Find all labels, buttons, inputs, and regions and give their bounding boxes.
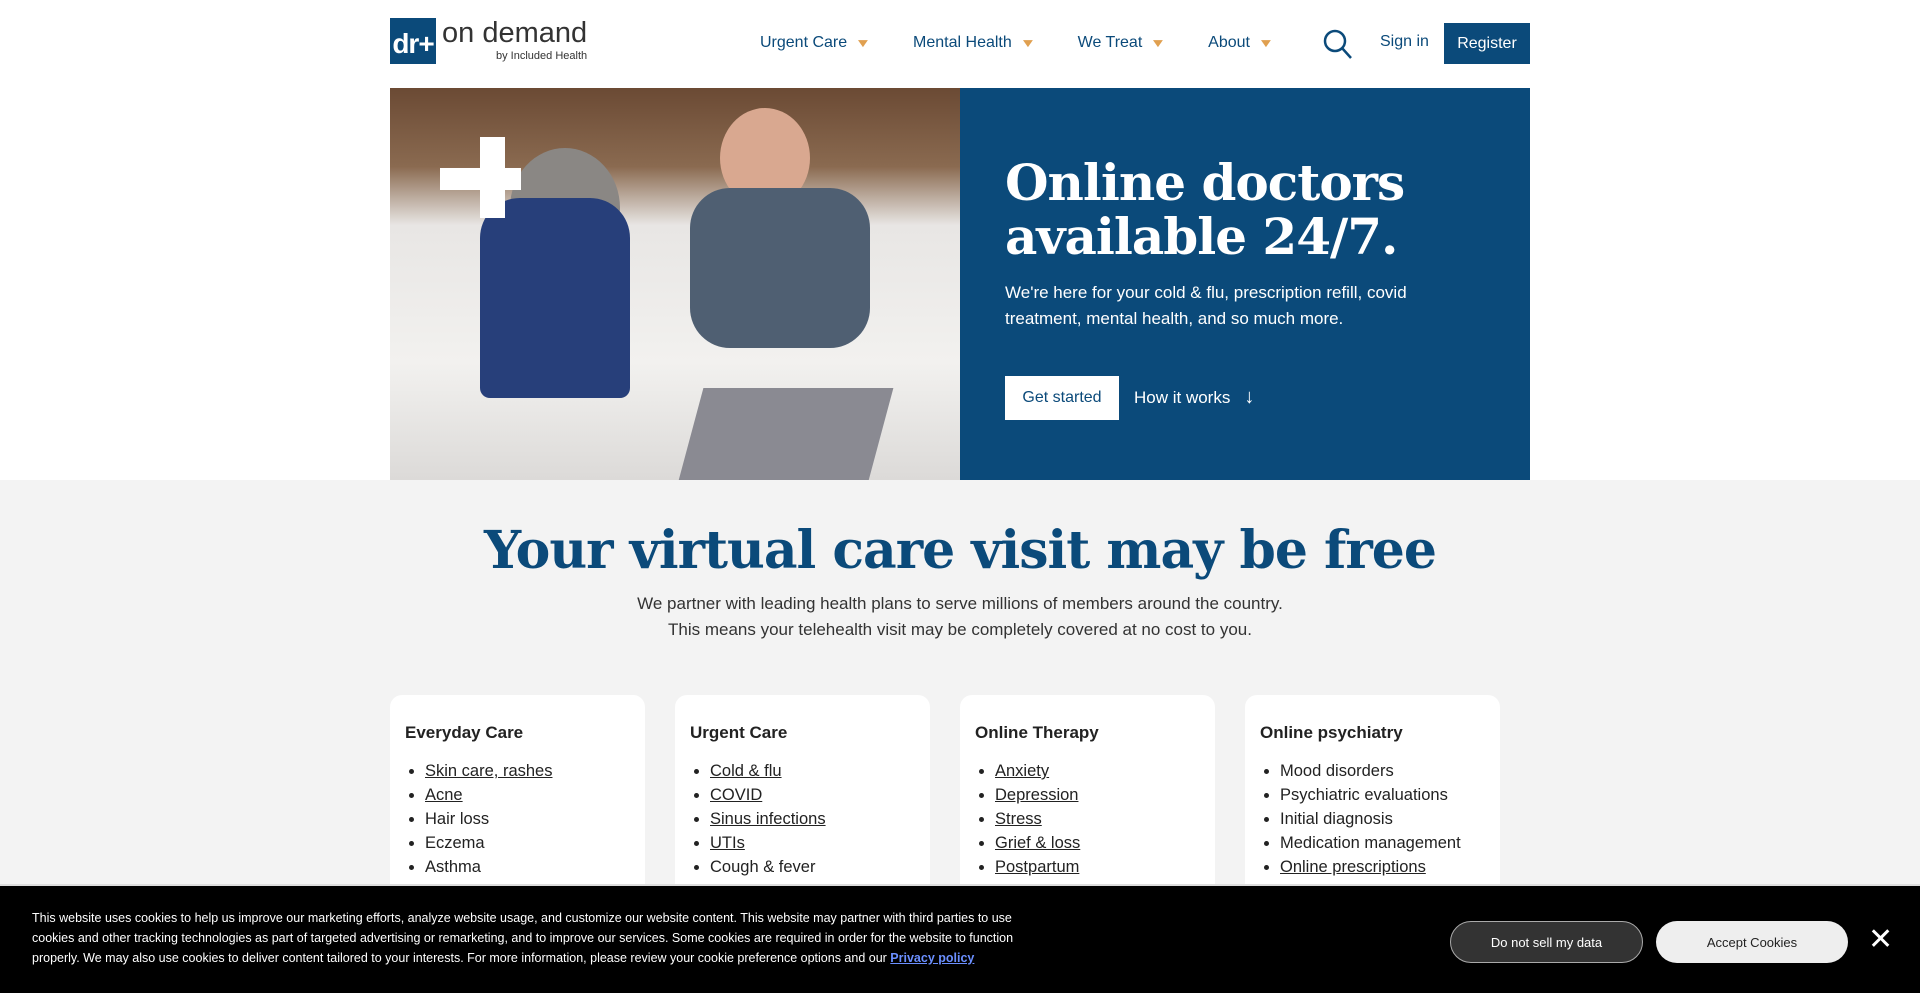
nav-urgent-care[interactable]: Urgent Care ▼: [760, 34, 872, 52]
site-header: dr+ on demand by Included Health Urgent …: [0, 0, 1920, 88]
card-title: Urgent Care: [690, 723, 788, 742]
list-item: Online prescriptions: [1280, 855, 1485, 879]
list-item: Postpartum: [995, 855, 1200, 879]
cookie-banner: This website uses cookies to help us imp…: [0, 884, 1920, 993]
section-text: We partner with leading health plans to …: [0, 591, 1920, 643]
card-list: Anxiety Depression Stress Grief & loss Postp…: [975, 759, 1200, 879]
nav-about[interactable]: About ▼: [1208, 34, 1275, 52]
nav-label: About: [1208, 34, 1250, 51]
privacy-policy-link[interactable]: Privacy policy: [890, 951, 974, 965]
list-item: Mood disorders: [1280, 759, 1485, 783]
list-item: COVID: [710, 783, 915, 807]
nav-we-treat[interactable]: We Treat ▼: [1077, 34, 1167, 52]
list-item: Cold & flu: [710, 759, 915, 783]
logo-text: on demand: [442, 17, 588, 49]
list-item: UTIs: [710, 831, 915, 855]
section-line: This means your telehealth visit may be …: [668, 620, 1252, 639]
logo[interactable]: dr+ on demand by Included Health: [390, 18, 587, 64]
card-list: Mood disordersPsychiatric evaluationsIni…: [1260, 759, 1485, 879]
card-list: Skin care, rashes Acne Hair lossEczemaAsth…: [405, 759, 630, 879]
list-item: Asthma: [425, 855, 630, 879]
list-item: Medication management: [1280, 831, 1485, 855]
hero-text: We're here for your cold & flu, prescrip…: [1005, 283, 1407, 328]
search-icon[interactable]: [1322, 28, 1354, 60]
get-started-button[interactable]: Get started: [1005, 376, 1119, 420]
accept-cookies-button[interactable]: Accept Cookies: [1656, 921, 1848, 963]
hero-title: Online doctors available 24/7.: [1005, 153, 1405, 266]
cookie-text: This website uses cookies to help us imp…: [32, 908, 1042, 968]
arrow-down-icon: ↓: [1244, 386, 1255, 408]
logo-mark: dr+: [390, 18, 436, 64]
service-link[interactable]: Grief & loss: [995, 834, 1080, 852]
logo-subtitle: by Included Health: [496, 50, 588, 62]
list-item: Acne: [425, 783, 630, 807]
list-item: Hair loss: [425, 807, 630, 831]
card-title: Online Therapy: [975, 723, 1099, 742]
section-title: Your virtual care visit may be free: [484, 520, 1437, 581]
list-item: Stress: [995, 807, 1200, 831]
card-title: Everyday Care: [405, 723, 524, 742]
chevron-down-icon: ▼: [1019, 36, 1037, 50]
service-link[interactable]: COVID: [710, 786, 762, 804]
close-icon[interactable]: ✕: [1868, 922, 1893, 957]
list-item: Sinus infections: [710, 807, 915, 831]
register-button[interactable]: Register: [1444, 23, 1530, 64]
service-link[interactable]: Sinus infections: [710, 810, 826, 828]
list-item: Depression: [995, 783, 1200, 807]
do-not-sell-button[interactable]: Do not sell my data: [1450, 921, 1643, 963]
how-it-works-label: How it works: [1134, 387, 1231, 407]
list-item: Eczema: [425, 831, 630, 855]
nav-label: Urgent Care: [760, 34, 848, 51]
list-item: Grief & loss: [995, 831, 1200, 855]
service-link[interactable]: Stress: [995, 810, 1042, 828]
chevron-down-icon: ▼: [1257, 36, 1275, 50]
list-item: Cough & fever: [710, 855, 915, 879]
service-link[interactable]: Acne: [425, 786, 463, 804]
hero-panel: Online doctors available 24/7. We're her…: [960, 88, 1530, 480]
list-item: Skin care, rashes: [425, 759, 630, 783]
chevron-down-icon: ▼: [854, 36, 872, 50]
nav-label: We Treat: [1077, 34, 1143, 51]
list-item: Anxiety: [995, 759, 1200, 783]
sign-in-link[interactable]: Sign in: [1380, 33, 1429, 51]
how-it-works-link[interactable]: How it works ↓: [1134, 386, 1254, 409]
plus-icon-bar: [440, 168, 521, 190]
card-list: Cold & flu COVID Sinus infections UTIs Cough…: [690, 759, 915, 879]
service-link[interactable]: Online prescriptions: [1280, 858, 1426, 876]
service-link[interactable]: UTIs: [710, 834, 745, 852]
hero-image: [390, 88, 960, 480]
cookie-message: This website uses cookies to help us imp…: [32, 911, 1014, 965]
card-title: Online psychiatry: [1260, 723, 1403, 742]
main-nav: Urgent Care ▼ Mental Health ▼ We Treat ▼ Ab…: [760, 22, 1316, 64]
list-item: Initial diagnosis: [1280, 807, 1485, 831]
nav-label: Mental Health: [913, 34, 1012, 51]
service-link[interactable]: Skin care, rashes: [425, 762, 552, 780]
service-link[interactable]: Postpartum: [995, 858, 1079, 876]
list-item: Psychiatric evaluations: [1280, 783, 1485, 807]
chevron-down-icon: ▼: [1149, 36, 1167, 50]
service-link[interactable]: Depression: [995, 786, 1078, 804]
nav-mental-health[interactable]: Mental Health ▼: [913, 34, 1037, 52]
service-link[interactable]: Cold & flu: [710, 762, 782, 780]
service-link[interactable]: Anxiety: [995, 762, 1049, 780]
section-line: We partner with leading health plans to …: [637, 594, 1283, 613]
